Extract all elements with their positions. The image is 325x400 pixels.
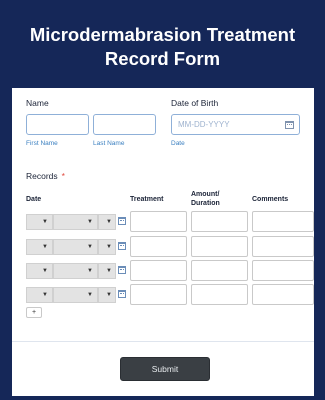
chevron-down-icon: ▼: [87, 219, 93, 225]
calendar-icon[interactable]: [285, 121, 294, 129]
chevron-down-icon: ▼: [42, 268, 48, 274]
treatment-input[interactable]: [130, 284, 187, 305]
chevron-down-icon: ▼: [106, 268, 112, 274]
treatment-input[interactable]: [130, 260, 187, 281]
day-select[interactable]: ▼: [53, 287, 98, 303]
month-select[interactable]: ▼: [26, 239, 53, 255]
comments-input[interactable]: [252, 211, 314, 232]
chevron-down-icon: ▼: [87, 244, 93, 250]
record-row: ▼ ▼ ▼: [12, 260, 314, 282]
record-row: ▼ ▼ ▼: [12, 284, 314, 306]
required-marker: *: [61, 171, 65, 181]
year-select[interactable]: ▼: [98, 214, 116, 230]
chevron-down-icon: ▼: [106, 244, 112, 250]
dob-input[interactable]: MM-DD-YYYY: [171, 114, 300, 135]
record-row: ▼ ▼ ▼: [12, 236, 314, 258]
dob-label: Date of Birth: [171, 98, 219, 108]
treatment-input[interactable]: [130, 211, 187, 232]
column-header-date: Date: [26, 196, 42, 203]
month-select[interactable]: ▼: [26, 214, 53, 230]
chevron-down-icon: ▼: [42, 219, 48, 225]
record-row: ▼ ▼ ▼: [12, 211, 314, 233]
amount-duration-input[interactable]: [191, 236, 248, 257]
chevron-down-icon: ▼: [106, 219, 112, 225]
last-name-input[interactable]: [93, 114, 156, 135]
records-label: Records *: [26, 171, 65, 181]
last-name-sublabel: Last Name: [93, 140, 125, 147]
month-select[interactable]: ▼: [26, 263, 53, 279]
records-label-text: Records: [26, 171, 58, 181]
chevron-down-icon: ▼: [87, 292, 93, 298]
first-name-input[interactable]: [26, 114, 89, 135]
chevron-down-icon: ▼: [42, 292, 48, 298]
calendar-icon[interactable]: [118, 242, 126, 250]
amount-duration-input[interactable]: [191, 211, 248, 232]
calendar-icon[interactable]: [118, 217, 126, 225]
year-select[interactable]: ▼: [98, 263, 116, 279]
form-header: Microdermabrasion Treatment Record Form: [0, 0, 325, 90]
name-label: Name: [26, 98, 49, 108]
comments-input[interactable]: [252, 260, 314, 281]
year-select[interactable]: ▼: [98, 287, 116, 303]
amount-duration-input[interactable]: [191, 284, 248, 305]
column-header-comments: Comments: [252, 196, 289, 203]
column-header-treatment: Treatment: [130, 196, 164, 203]
form-title: Microdermabrasion Treatment Record Form: [29, 24, 296, 69]
day-select[interactable]: ▼: [53, 263, 98, 279]
day-select[interactable]: ▼: [53, 214, 98, 230]
comments-input[interactable]: [252, 236, 314, 257]
first-name-sublabel: First Name: [26, 140, 58, 147]
dob-sublabel: Date: [171, 140, 185, 147]
calendar-icon[interactable]: [118, 290, 126, 298]
submit-button[interactable]: Submit: [120, 357, 210, 381]
chevron-down-icon: ▼: [87, 268, 93, 274]
day-select[interactable]: ▼: [53, 239, 98, 255]
treatment-input[interactable]: [130, 236, 187, 257]
year-select[interactable]: ▼: [98, 239, 116, 255]
add-row-button[interactable]: +: [26, 307, 42, 318]
amount-duration-input[interactable]: [191, 260, 248, 281]
chevron-down-icon: ▼: [42, 244, 48, 250]
chevron-down-icon: ▼: [106, 292, 112, 298]
form-card: Name First Name Last Name Date of Birth …: [12, 88, 314, 396]
divider: [12, 341, 314, 342]
dob-placeholder: MM-DD-YYYY: [178, 120, 230, 129]
comments-input[interactable]: [252, 284, 314, 305]
calendar-icon[interactable]: [118, 266, 126, 274]
month-select[interactable]: ▼: [26, 287, 53, 303]
column-header-amount-duration: Amount/ Duration: [191, 191, 220, 207]
